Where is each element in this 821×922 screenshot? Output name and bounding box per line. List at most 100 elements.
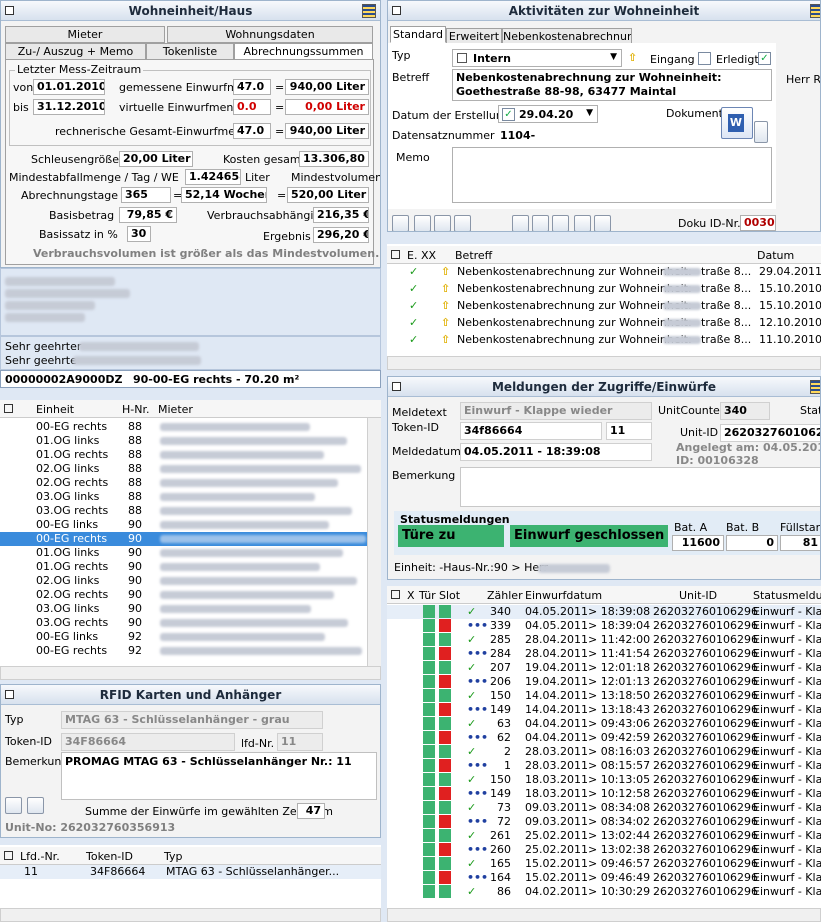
word-document-icon[interactable]: W (721, 107, 753, 139)
meldung-row[interactable]: ✓ 285 28.04.2011> 11:42:00 262032760106296 E… (387, 633, 821, 647)
betreff-field[interactable]: Nebenkostenabrechnung zur Wohneinheit: G… (452, 69, 772, 101)
unit-row[interactable]: 02.OG links 88 (0, 462, 367, 476)
activity-row[interactable]: ✓ ⇧ Nebenkostenabrechnung zur Wohneinheit:… (387, 333, 821, 347)
list-icon[interactable] (810, 4, 820, 18)
activity-row[interactable]: ✓ ⇧ Nebenkostenabrechnung zur Wohneinheit:… (387, 316, 821, 330)
meldung-row[interactable]: ••• 1 28.03.2011> 08:15:57 262032760106296 E… (387, 759, 821, 773)
bemerkung-field[interactable] (460, 467, 820, 507)
header-betreff[interactable]: Betreff (455, 249, 492, 262)
unit-row[interactable]: 00-EG rechts 90 (0, 532, 367, 546)
rfid-bem-field[interactable]: PROMAG MTAG 63 - Schlüsselanhänger Nr.: … (61, 752, 377, 800)
new-button[interactable] (392, 215, 409, 231)
unit-row[interactable]: 01.OG rechts 90 (0, 560, 367, 574)
meldung-row[interactable]: ••• 206 19.04.2011> 12:01:13 26203276010629… (387, 675, 821, 689)
eingang-checkbox[interactable] (698, 52, 711, 65)
header-mieter[interactable]: Mieter (158, 403, 193, 416)
unit-row[interactable]: 02.OG rechts 90 (0, 588, 367, 602)
unit-row[interactable]: 01.OG links 90 (0, 546, 367, 560)
meldung-row[interactable]: ✓ 150 14.04.2011> 13:18:50 262032760106296 E… (387, 689, 821, 703)
print-button[interactable] (532, 215, 549, 231)
meldung-row[interactable]: ✓ 73 09.03.2011> 08:34:08 262032760106296 Ei… (387, 801, 821, 815)
meldung-row[interactable]: ✓ 63 04.04.2011> 09:43:06 262032760106296 Ei… (387, 717, 821, 731)
delete-button[interactable] (552, 215, 569, 231)
calendar-button[interactable] (512, 215, 529, 231)
header-typ[interactable]: Typ (164, 850, 183, 863)
header-unitid[interactable]: Unit-ID (679, 589, 717, 602)
unit-row[interactable]: 02.OG rechts 88 (0, 476, 367, 490)
unit-row[interactable]: 01.OG links 88 (0, 434, 367, 448)
header-slot[interactable]: Slot (439, 589, 460, 602)
meldung-row[interactable]: ••• 149 14.04.2011> 13:18:43 26203276010629… (387, 703, 821, 717)
tab-tokenliste[interactable]: Tokenliste (146, 43, 234, 60)
header-lfd[interactable]: Lfd.-Nr. (20, 850, 60, 863)
unit-row[interactable]: 00-EG rechts 92 (0, 644, 367, 658)
tab-zu-auszug[interactable]: Zu-/ Auszug + Memo (5, 43, 146, 60)
meldung-row[interactable]: ✓ 2 28.03.2011> 08:16:03 262032760106296 Ein… (387, 745, 821, 759)
meldung-row[interactable]: ••• 284 28.04.2011> 11:41:54 26203276010629… (387, 647, 821, 661)
activities-hscroll[interactable] (387, 356, 821, 370)
star-button[interactable] (414, 215, 431, 231)
save-button[interactable] (594, 215, 611, 231)
header-datum[interactable]: Datum (757, 249, 794, 262)
unit-row[interactable]: 03.OG links 88 (0, 490, 367, 504)
meldung-row[interactable]: ••• 149 18.03.2011> 10:12:58 26203276010629… (387, 787, 821, 801)
basissatz-value[interactable]: 30 (127, 226, 151, 242)
unit-row[interactable]: 01.OG rechts 88 (0, 448, 367, 462)
bis-field[interactable]: 31.12.2010 (33, 99, 105, 115)
meldung-row[interactable]: ✓ 86 04.02.2011> 10:30:29 262032760106296 Ei… (387, 885, 821, 899)
activity-row[interactable]: ✓ ⇧ Nebenkostenabrechnung zur Wohneinheit:… (387, 282, 821, 296)
erledigt-checkbox[interactable]: ✓ (758, 52, 771, 65)
header-e[interactable]: E. (407, 249, 417, 262)
meldung-row[interactable]: ✓ 207 19.04.2011> 12:01:18 262032760106296 E… (387, 661, 821, 675)
tab-standard[interactable]: Standard (390, 26, 446, 43)
datum-checkbox[interactable]: ✓ (502, 108, 515, 121)
list-icon[interactable] (810, 380, 820, 394)
unit-row[interactable]: 00-EG links 90 (0, 518, 367, 532)
meldung-row[interactable]: ••• 260 25.02.2011> 13:02:38 26203276010629… (387, 843, 821, 857)
activity-row[interactable]: ✓ ⇧ Nebenkostenabrechnung zur Wohneinheit:… (387, 299, 821, 313)
meldungen-hscroll[interactable] (387, 908, 821, 922)
header-zaehler[interactable]: Zähler (487, 589, 523, 602)
search-button[interactable] (454, 215, 471, 231)
typ-select[interactable]: Intern ▼ (452, 49, 622, 67)
rfid-row[interactable]: 11 34F86664 MTAG 63 - Schlüsselanhänger.… (0, 865, 381, 879)
select-all-box[interactable] (391, 590, 400, 599)
meldung-row[interactable]: ••• 62 04.04.2011> 09:42:59 262032760106296… (387, 731, 821, 745)
header-einheit[interactable]: Einheit (36, 403, 74, 416)
select-all-box[interactable] (4, 404, 13, 413)
refresh-button[interactable] (434, 215, 451, 231)
meldung-row[interactable]: ✓ 165 15.02.2011> 09:46:57 262032760106296 E… (387, 857, 821, 871)
header-einwurfdatum[interactable]: Einwurfdatum (525, 589, 602, 602)
tab-mieter[interactable]: Mieter (5, 26, 165, 43)
tab-wohnungsdaten[interactable]: Wohnungsdaten (167, 26, 373, 43)
unit-list-hscroll[interactable] (0, 666, 381, 680)
header-tuer[interactable]: Tür (419, 589, 436, 602)
tab-abrechnungssummen[interactable]: Abrechnungssummen (234, 43, 373, 60)
forward-button[interactable] (574, 215, 591, 231)
meldung-row[interactable]: ••• 72 09.03.2011> 08:34:02 262032760106296… (387, 815, 821, 829)
meldung-row[interactable]: ✓ 261 25.02.2011> 13:02:44 262032760106296 E… (387, 829, 821, 843)
import-button[interactable] (5, 797, 22, 814)
unit-row[interactable]: 03.OG rechts 90 (0, 616, 367, 630)
datum-picker[interactable]: ✓ 29.04.20 ▼ (498, 105, 598, 123)
select-all-box[interactable] (4, 851, 13, 860)
unit-row[interactable]: 00-EG links 92 (0, 630, 367, 644)
header-xx[interactable]: XX (421, 249, 436, 262)
activity-row[interactable]: ✓ ⇧ Nebenkostenabrechnung zur Wohneinheit:… (387, 265, 821, 279)
unit-row[interactable]: 03.OG rechts 88 (0, 504, 367, 518)
dokument-dropdown-button[interactable] (754, 121, 768, 143)
memo-field[interactable] (452, 147, 772, 203)
header-token[interactable]: Token-ID (86, 850, 133, 863)
meldung-row[interactable]: ✓ 340 04.05.2011> 18:39:08 262032760106296 E… (387, 605, 821, 619)
header-statusmeldung[interactable]: Statusmeldung (753, 589, 821, 602)
header-hnr[interactable]: H-Nr. (122, 403, 149, 416)
list-icon[interactable] (362, 4, 376, 18)
unit-row[interactable]: 00-EG rechts 88 (0, 420, 367, 434)
select-all-box[interactable] (391, 250, 400, 259)
unit-row[interactable]: 03.OG links 90 (0, 602, 367, 616)
unit-list-vscroll[interactable] (367, 418, 381, 666)
header-x[interactable]: X (407, 589, 415, 602)
von-field[interactable]: 01.01.2010 (33, 79, 105, 95)
unit-row[interactable]: 02.OG links 90 (0, 574, 367, 588)
rfid-list-hscroll[interactable] (0, 908, 381, 922)
